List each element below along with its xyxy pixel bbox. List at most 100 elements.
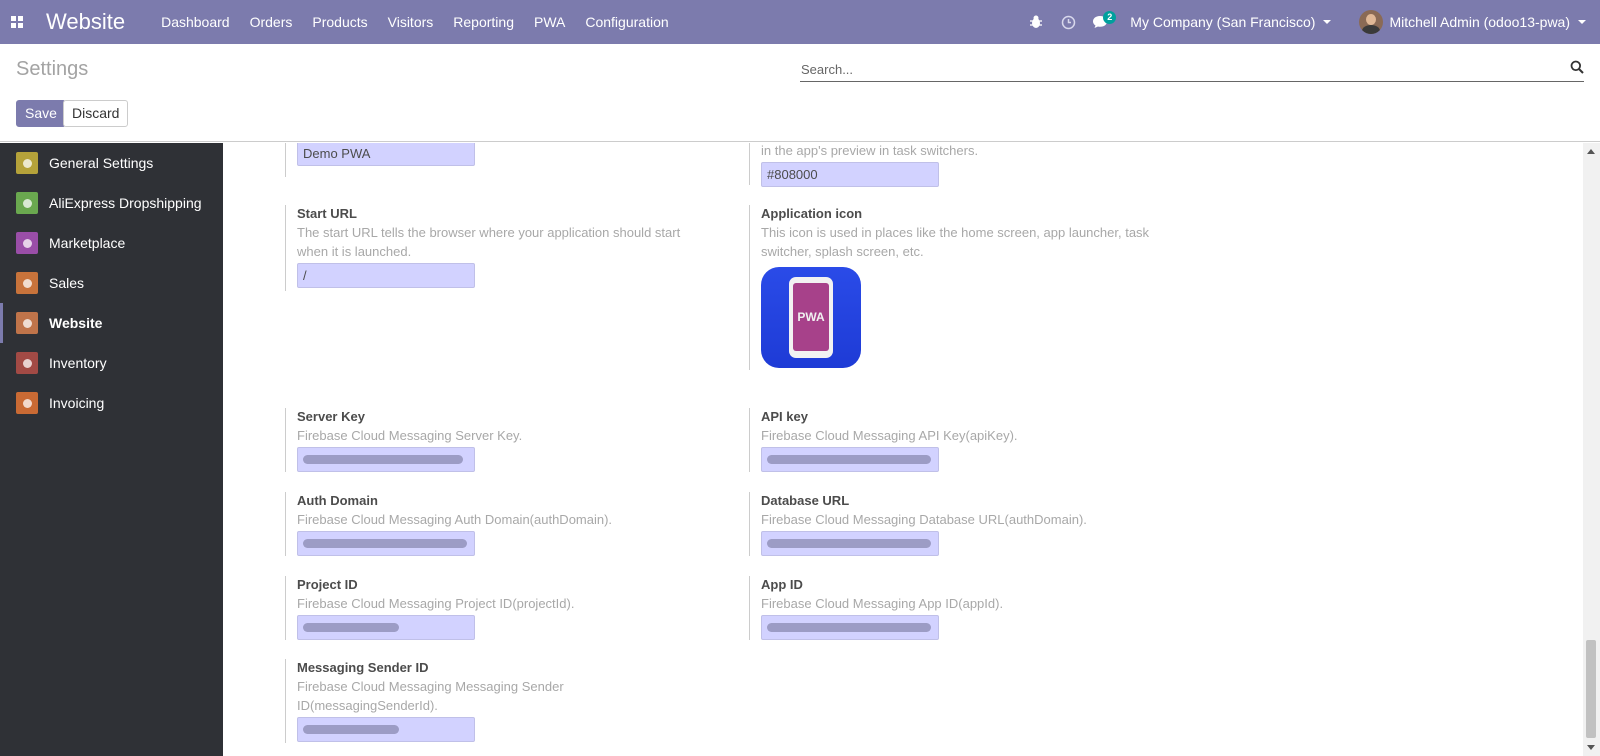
messages-chat-icon[interactable]: 2	[1084, 0, 1117, 44]
settings-content: Demo PWA in the app's preview in task sw…	[223, 143, 1600, 756]
api-key-field[interactable]	[761, 447, 939, 472]
auth-domain-help: Firebase Cloud Messaging Auth Domain(aut…	[297, 512, 613, 527]
start-url-field[interactable]: /	[297, 263, 475, 288]
database-url-label: Database URL	[761, 493, 850, 508]
search-bar	[800, 58, 1584, 82]
sidebar-item-label: AliExpress Dropshipping	[49, 195, 202, 211]
redacted-value	[303, 455, 463, 464]
sidebar-item-label: Marketplace	[49, 235, 126, 251]
sender-id-field[interactable]	[297, 717, 475, 742]
control-panel: Settings Save Discard	[0, 44, 1600, 142]
api-key-label: API key	[761, 409, 808, 424]
sales-chart-icon	[16, 272, 38, 294]
app-id-setting: App ID Firebase Cloud Messaging App ID(a…	[749, 576, 1169, 640]
project-id-field[interactable]	[297, 615, 475, 640]
sidebar-item-general-settings[interactable]: General Settings	[0, 143, 223, 183]
auth-domain-setting: Auth Domain Firebase Cloud Messaging Aut…	[285, 492, 705, 556]
redacted-value	[767, 455, 931, 464]
menu-dashboard[interactable]: Dashboard	[151, 0, 240, 44]
box-icon	[16, 352, 38, 374]
aliexpress-icon	[16, 192, 38, 214]
start-url-label: Start URL	[297, 206, 357, 221]
sidebar-item-aliexpress[interactable]: AliExpress Dropshipping	[0, 183, 223, 223]
sidebar-item-label: Invoicing	[49, 395, 105, 411]
redacted-value	[303, 623, 399, 632]
user-menu[interactable]: Mitchell Admin (odoo13-pwa)	[1359, 10, 1586, 34]
redacted-value	[303, 539, 467, 548]
save-button[interactable]: Save	[16, 100, 66, 127]
sender-id-help: Firebase Cloud Messaging Messaging Sende…	[297, 679, 564, 713]
page-title: Settings	[16, 58, 89, 80]
project-id-label: Project ID	[297, 577, 358, 592]
menu-products[interactable]: Products	[302, 0, 377, 44]
scroll-thumb[interactable]	[1586, 640, 1596, 738]
sidebar-item-invoicing[interactable]: Invoicing	[0, 383, 223, 423]
database-url-help: Firebase Cloud Messaging Database URL(au…	[761, 512, 1087, 527]
server-key-help: Firebase Cloud Messaging Server Key.	[297, 428, 523, 443]
app-icon-label: Application icon	[761, 206, 863, 221]
sidebar-item-inventory[interactable]: Inventory	[0, 343, 223, 383]
apps-menu-icon[interactable]	[0, 0, 34, 44]
top-navbar: Website Dashboard Orders Products Visito…	[0, 0, 1600, 44]
app-name-setting: Demo PWA	[285, 143, 475, 177]
server-key-field[interactable]	[297, 447, 475, 472]
sidebar-item-label: General Settings	[49, 155, 154, 171]
scroll-down-arrow-icon[interactable]	[1587, 745, 1595, 750]
app-id-field[interactable]	[761, 615, 939, 640]
vertical-scrollbar[interactable]	[1583, 143, 1600, 756]
search-input[interactable]	[800, 58, 1550, 80]
sidebar-item-label: Website	[49, 315, 103, 331]
main-menu: Dashboard Orders Products Visitors Repor…	[151, 0, 679, 44]
gear-icon	[16, 152, 38, 174]
chevron-down-icon	[1323, 20, 1332, 24]
app-id-help: Firebase Cloud Messaging App ID(appId).	[761, 596, 1004, 611]
redacted-value	[303, 725, 399, 734]
server-key-setting: Server Key Firebase Cloud Messaging Serv…	[285, 408, 705, 472]
sender-id-label: Messaging Sender ID	[297, 660, 429, 675]
app-name-field[interactable]: Demo PWA	[297, 143, 475, 166]
start-url-help: The start URL tells the browser where yo…	[297, 225, 681, 259]
database-url-field[interactable]	[761, 531, 939, 556]
invoice-icon	[16, 392, 38, 414]
app-icon-help: This icon is used in places like the hom…	[761, 225, 1150, 259]
auth-domain-field[interactable]	[297, 531, 475, 556]
menu-reporting[interactable]: Reporting	[443, 0, 524, 44]
scroll-up-arrow-icon[interactable]	[1587, 149, 1595, 154]
menu-visitors[interactable]: Visitors	[378, 0, 444, 44]
search-icon[interactable]	[1570, 60, 1584, 77]
auth-domain-label: Auth Domain	[297, 493, 378, 508]
app-title[interactable]: Website	[46, 9, 125, 35]
theme-color-help: in the app's preview in task switchers.	[761, 143, 979, 158]
redacted-value	[767, 623, 931, 632]
sidebar-item-marketplace[interactable]: Marketplace	[0, 223, 223, 263]
phone-icon: PWA	[789, 277, 833, 358]
theme-color-field[interactable]: #808000	[761, 162, 939, 187]
theme-color-setting: in the app's preview in task switchers. …	[749, 143, 979, 187]
project-id-setting: Project ID Firebase Cloud Messaging Proj…	[285, 576, 705, 640]
sidebar-item-website[interactable]: Website	[0, 303, 223, 343]
sidebar-item-label: Inventory	[49, 355, 107, 371]
sender-id-setting: Messaging Sender ID Firebase Cloud Messa…	[285, 659, 575, 743]
app-id-label: App ID	[761, 577, 803, 592]
chevron-down-icon	[1578, 20, 1586, 24]
menu-orders[interactable]: Orders	[240, 0, 303, 44]
debug-bug-icon[interactable]	[1020, 0, 1052, 44]
discard-button[interactable]: Discard	[63, 100, 129, 127]
pwa-icon-text: PWA	[793, 283, 829, 351]
user-name: Mitchell Admin (odoo13-pwa)	[1389, 14, 1570, 30]
menu-configuration[interactable]: Configuration	[575, 0, 678, 44]
pwa-app-icon-image[interactable]: PWA	[761, 267, 861, 368]
menu-pwa[interactable]: PWA	[524, 0, 575, 44]
start-url-setting: Start URL The start URL tells the browse…	[285, 205, 705, 291]
activity-clock-icon[interactable]	[1052, 0, 1084, 44]
api-key-setting: API key Firebase Cloud Messaging API Key…	[749, 408, 1169, 472]
sidebar-item-label: Sales	[49, 275, 85, 291]
company-switcher[interactable]: My Company (San Francisco)	[1130, 14, 1332, 30]
globe-icon	[16, 312, 38, 334]
database-url-setting: Database URL Firebase Cloud Messaging Da…	[749, 492, 1169, 556]
navbar-systray: 2 My Company (San Francisco) Mitchell Ad…	[1020, 0, 1600, 44]
avatar	[1359, 10, 1384, 34]
sidebar-item-sales[interactable]: Sales	[0, 263, 223, 303]
messages-count-badge: 2	[1103, 11, 1117, 24]
api-key-help: Firebase Cloud Messaging API Key(apiKey)…	[761, 428, 1018, 443]
